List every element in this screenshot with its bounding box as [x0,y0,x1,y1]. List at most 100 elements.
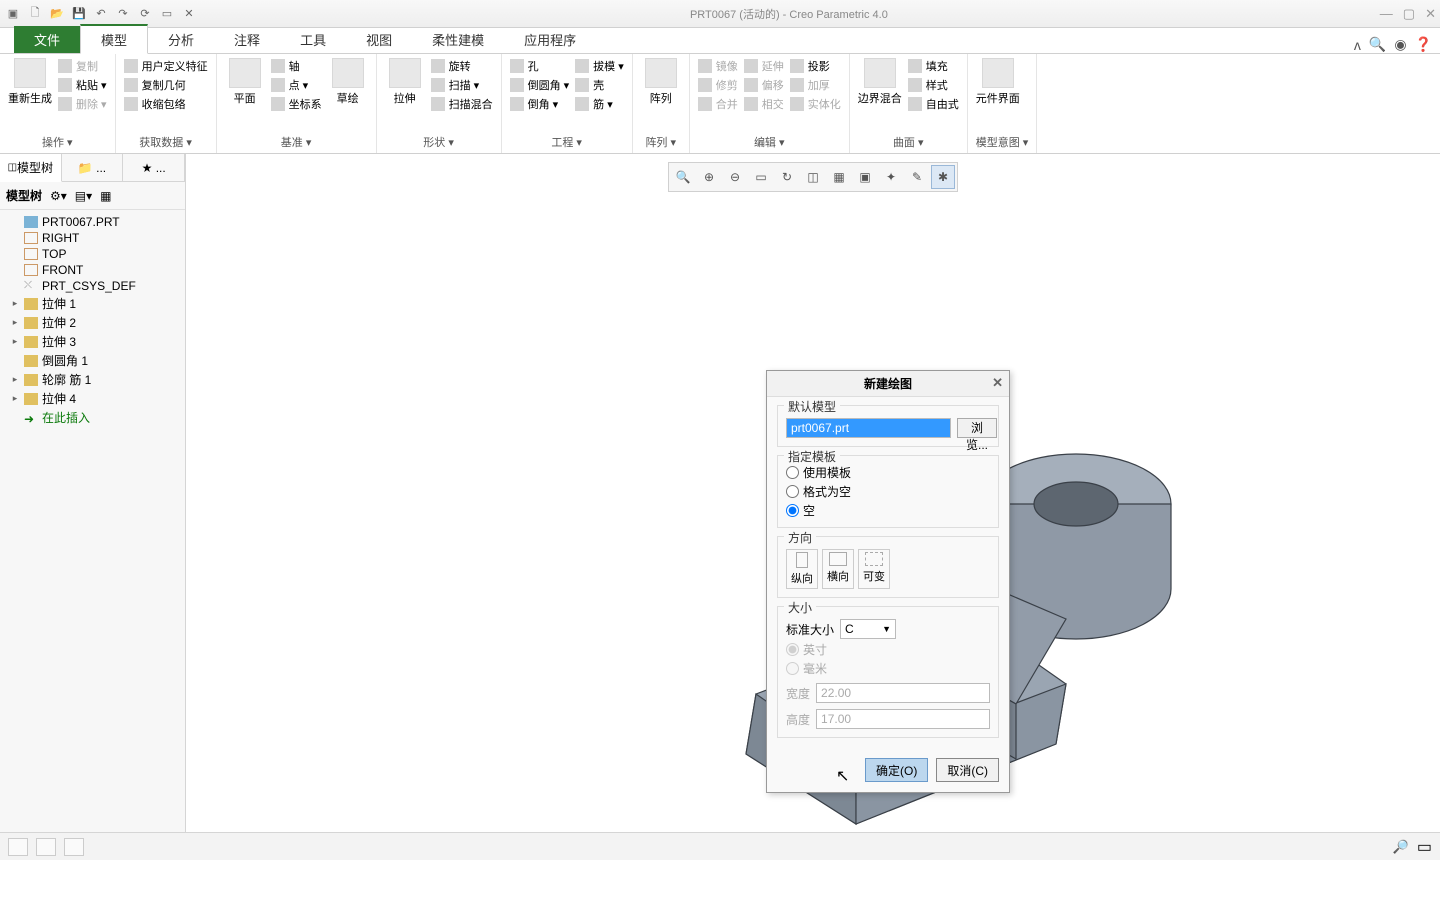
saved-views-icon[interactable]: ▦ [827,165,851,189]
use-template-radio[interactable] [786,466,799,479]
close-icon[interactable]: ✕ [1425,6,1436,22]
fill-button[interactable]: 填充 [908,58,959,74]
portrait-button[interactable]: 纵向 [786,549,818,589]
paste-button[interactable]: 粘贴 ▾ [58,77,107,93]
group-engineering[interactable]: 工程 ▾ [510,132,624,153]
settings-icon[interactable]: ◉ [1394,36,1406,53]
dialog-close-icon[interactable]: ✕ [992,375,1003,391]
regenerate-button[interactable]: 重新生成 [8,58,52,106]
freestyle-button[interactable]: 自由式 [908,96,959,112]
tab-flex[interactable]: 柔性建模 [412,26,504,53]
revolve-button[interactable]: 旋转 [431,58,493,74]
point-button[interactable]: 点 ▾ [271,77,322,93]
sweep-button[interactable]: 扫描 ▾ [431,77,493,93]
new-icon[interactable]: 🗋 [26,5,44,23]
tree-node[interactable]: ➜在此插入 [0,408,185,427]
tree-settings-icon[interactable]: ⚙▾ [50,189,67,203]
group-pattern[interactable]: 阵列 ▾ [641,132,681,153]
tree-node[interactable]: FRONT [0,262,185,278]
group-shape[interactable]: 形状 ▾ [385,132,493,153]
tree-filter-icon[interactable]: ▦ [100,189,111,203]
tab-view[interactable]: 视图 [346,26,412,53]
group-edit[interactable]: 编辑 ▾ [698,132,841,153]
shrinkwrap-button[interactable]: 收缩包络 [124,96,208,112]
refit-icon[interactable]: ▭ [749,165,773,189]
std-size-select[interactable]: C▼ [840,619,896,639]
geometry-icon[interactable]: ▭ [1417,837,1432,857]
close-win-icon[interactable]: ✕ [180,5,198,23]
group-surface[interactable]: 曲面 ▾ [858,132,959,153]
project-button[interactable]: 投影 [790,58,841,74]
ribbon-collapse-icon[interactable]: ʌ [1354,37,1361,53]
tree-node[interactable]: 倒圆角 1 [0,351,185,370]
extrude-button[interactable]: 拉伸 [385,58,425,106]
tree-node[interactable]: TOP [0,246,185,262]
tab-annotate[interactable]: 注释 [214,26,280,53]
status-trail-icon[interactable] [64,838,84,856]
tab-apps[interactable]: 应用程序 [504,26,596,53]
tab-tools[interactable]: 工具 [280,26,346,53]
minimize-icon[interactable]: — [1380,6,1393,22]
cancel-button[interactable]: 取消(C) [936,758,999,782]
search-icon[interactable]: 🔍 [1369,36,1386,53]
tree-node[interactable]: PRT0067.PRT [0,214,185,230]
tab-favorites[interactable]: ★ ... [123,154,185,181]
copy-geom-button[interactable]: 复制几何 [124,77,208,93]
save-icon[interactable]: 💾 [70,5,88,23]
status-selection-icon[interactable] [8,838,28,856]
find-icon[interactable]: 🔎 [1393,839,1409,855]
tab-file[interactable]: 文件 [14,26,80,53]
tree-node[interactable]: ▸轮廓 筋 1 [0,370,185,389]
view-mgr-icon[interactable]: ▣ [853,165,877,189]
pattern-button[interactable]: 阵列 [641,58,681,106]
tab-analysis[interactable]: 分析 [148,26,214,53]
open-icon[interactable]: 📂 [48,5,66,23]
style-button[interactable]: 样式 [908,77,959,93]
tree-node[interactable]: RIGHT [0,230,185,246]
variable-button[interactable]: 可变 [858,549,890,589]
format-empty-radio[interactable] [786,485,799,498]
round-button[interactable]: 倒圆角 ▾ [510,77,570,93]
empty-radio[interactable] [786,504,799,517]
shell-button[interactable]: 壳 [575,77,624,93]
sketch-button[interactable]: 草绘 [328,58,368,106]
axis-button[interactable]: 轴 [271,58,322,74]
default-model-input[interactable] [786,418,951,438]
tab-model[interactable]: 模型 [80,24,148,54]
chamfer-button[interactable]: 倒角 ▾ [510,96,570,112]
windows-icon[interactable]: ▭ [158,5,176,23]
tree-node[interactable]: ⤬PRT_CSYS_DEF [0,278,185,294]
landscape-button[interactable]: 横向 [822,549,854,589]
tree-node[interactable]: ▸拉伸 4 [0,389,185,408]
zoom-out-icon[interactable]: ⊕ [697,165,721,189]
browse-button[interactable]: 浏览... [957,418,997,438]
tab-folder-browser[interactable]: 📁 ... [62,154,124,181]
sweep-blend-button[interactable]: 扫描混合 [431,96,493,112]
tree-node[interactable]: ▸拉伸 1 [0,294,185,313]
spin-icon[interactable]: ↻ [775,165,799,189]
annotations-icon[interactable]: ✎ [905,165,929,189]
status-filter-icon[interactable] [36,838,56,856]
datum-display-icon[interactable]: ✱ [931,165,955,189]
hole-button[interactable]: 孔 [510,58,570,74]
display-style-icon[interactable]: ◫ [801,165,825,189]
zoom-in-icon[interactable]: 🔍 [671,165,695,189]
perspective-icon[interactable]: ✦ [879,165,903,189]
component-interface-button[interactable]: 元件界面 [976,58,1020,106]
user-feature-button[interactable]: 用户定义特征 [124,58,208,74]
help-icon[interactable]: ❓ [1415,36,1432,53]
boundary-blend-button[interactable]: 边界混合 [858,58,902,106]
plane-button[interactable]: 平面 [225,58,265,106]
draft-button[interactable]: 拔模 ▾ [575,58,624,74]
rib-button[interactable]: 筋 ▾ [575,96,624,112]
group-operate[interactable]: 操作 ▾ [8,132,107,153]
zoom-fit-icon[interactable]: ⊖ [723,165,747,189]
group-datum[interactable]: 基准 ▾ [225,132,368,153]
group-intent[interactable]: 模型意图 ▾ [976,132,1029,153]
ok-button[interactable]: 确定(O) [865,758,928,782]
tree-show-icon[interactable]: ▤▾ [75,189,92,203]
tree-node[interactable]: ▸拉伸 3 [0,332,185,351]
undo-icon[interactable]: ↶ [92,5,110,23]
regen-icon[interactable]: ⟳ [136,5,154,23]
csys-button[interactable]: 坐标系 [271,96,322,112]
